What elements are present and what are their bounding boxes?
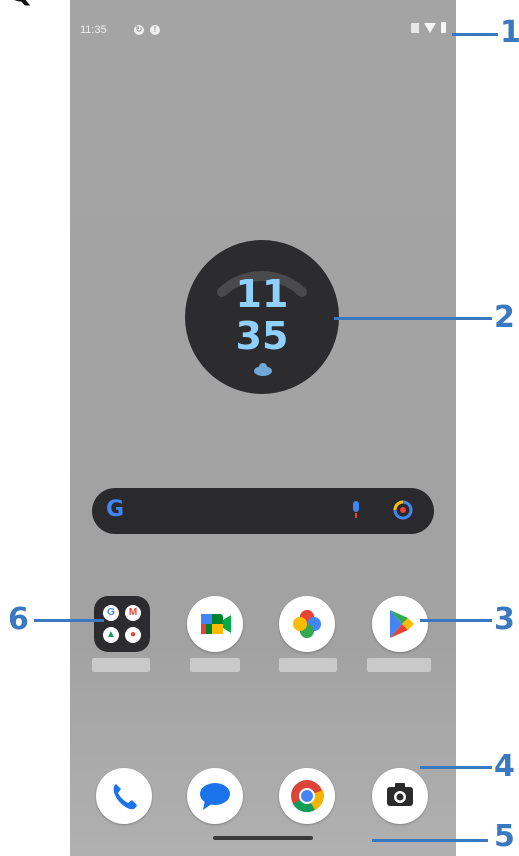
google-lens-icon[interactable] <box>392 499 414 521</box>
sync-icon: ↻ <box>134 25 144 35</box>
phone-home-screen: 11:35 ↻ ! 11 35 G G M ▲ ● <box>70 0 456 856</box>
google-mini-icon: G <box>103 605 119 621</box>
phone-icon[interactable] <box>96 768 152 824</box>
callout-5: 5 <box>494 819 515 854</box>
callout-5-line <box>372 839 488 842</box>
callout-1: 1 <box>500 15 519 50</box>
camera-icon[interactable] <box>372 768 428 824</box>
apps-row: G M ▲ ● <box>70 596 456 656</box>
google-search-bar[interactable]: G <box>92 488 434 534</box>
dock <box>70 768 456 828</box>
callout-3-line <box>420 619 492 622</box>
callout-6: 6 <box>8 602 29 637</box>
notification-icon: ! <box>150 25 160 35</box>
play-label-placeholder <box>367 658 431 672</box>
status-indicators <box>411 22 446 33</box>
google-g-icon: G <box>106 497 125 522</box>
callout-6-line <box>34 619 104 622</box>
youtube-mini-icon: ● <box>125 627 141 643</box>
play-store-icon[interactable] <box>372 596 428 652</box>
callout-4: 4 <box>494 749 515 784</box>
gesture-navigation-handle[interactable] <box>213 836 313 840</box>
gmail-mini-icon: M <box>125 605 141 621</box>
clock-widget[interactable]: 11 35 <box>185 240 339 394</box>
battery-icon <box>441 22 446 33</box>
clock-hour: 11 <box>235 272 289 316</box>
wifi-icon <box>424 22 436 33</box>
chrome-icon[interactable] <box>279 768 335 824</box>
meet-label-placeholder <box>190 658 240 672</box>
google-folder-icon[interactable]: G M ▲ ● <box>94 596 150 652</box>
weather-cloud-icon <box>254 363 272 376</box>
clock-minute: 35 <box>235 314 289 358</box>
drive-mini-icon: ▲ <box>103 627 119 643</box>
status-bar: 11:35 ↻ ! <box>70 18 456 42</box>
signal-icon <box>411 22 419 33</box>
status-time: 11:35 <box>80 24 107 36</box>
photos-label-placeholder <box>279 658 337 672</box>
callout-4-line <box>420 766 492 769</box>
callout-1-line <box>452 33 498 36</box>
folder-label-placeholder <box>92 658 150 672</box>
messages-icon[interactable] <box>187 768 243 824</box>
cropped-header-text: Q <box>8 0 35 9</box>
meet-icon[interactable] <box>187 596 243 652</box>
microphone-icon[interactable] <box>350 500 362 520</box>
callout-3: 3 <box>494 602 515 637</box>
callout-2: 2 <box>494 300 515 335</box>
photos-icon[interactable] <box>279 596 335 652</box>
callout-2-line <box>334 317 492 320</box>
